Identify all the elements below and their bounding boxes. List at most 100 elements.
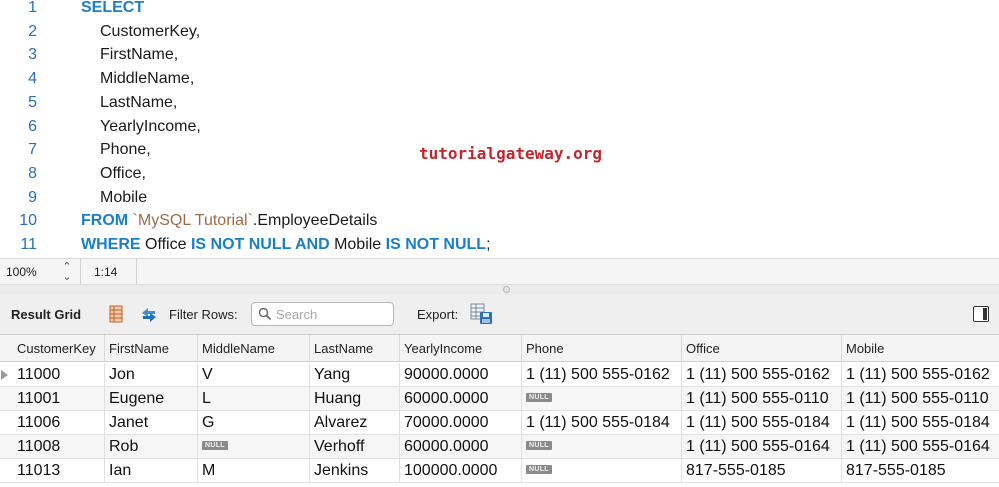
export-icon[interactable] (470, 303, 494, 325)
splitter-handle[interactable] (503, 286, 510, 293)
sql-keyword: FROM (81, 212, 133, 230)
table-cell[interactable]: 60000.0000 (400, 435, 522, 458)
code-line[interactable]: 11 WHERE Office IS NOT NULL AND Mobile IS… (0, 235, 999, 259)
table-cell[interactable]: 1 (11) 500 555-0184 (522, 411, 682, 434)
table-cell[interactable]: Verhoff (310, 435, 400, 458)
table-cell[interactable]: V (198, 363, 310, 386)
code-line[interactable]: 6 YearlyIncome, (0, 117, 999, 141)
search-box[interactable] (251, 302, 394, 326)
column-header[interactable]: CustomerKey (13, 335, 105, 362)
code-line[interactable]: 1 SELECT (0, 0, 999, 22)
table-cell[interactable]: 817-555-0185 (842, 459, 999, 482)
line-number: 8 (28, 164, 37, 182)
table-cell[interactable]: 11013 (13, 459, 105, 482)
code-line[interactable]: 5 LastName, (0, 93, 999, 117)
result-toolbar: Result Grid Filter Rows: Export: (0, 295, 999, 335)
table-cell[interactable]: 11006 (13, 411, 105, 434)
line-number: 2 (28, 22, 37, 40)
code-line[interactable]: 10 FROM `MySQL Tutorial`.EmployeeDetails (0, 211, 999, 235)
null-badge: NULL (526, 441, 552, 451)
sql-editor[interactable]: 1 SELECT 2 CustomerKey, 3 FirstName, 4 MiddleNa… (0, 0, 999, 258)
table-cell[interactable]: Jon (105, 363, 198, 386)
table-cell[interactable]: M (198, 459, 310, 482)
table-row[interactable]: 11000 Jon V Yang 90000.0000 1 (11) 500 555-01… (0, 363, 999, 387)
code-text: YearlyIncome, (81, 117, 201, 137)
table-cell[interactable]: 1 (11) 500 555-0110 (682, 387, 842, 410)
column-header[interactable]: MiddleName (198, 335, 310, 362)
table-cell[interactable]: Eugene (105, 387, 198, 410)
table-cell[interactable]: 1 (11) 500 555-0184 (682, 411, 842, 434)
table-cell[interactable]: G (198, 411, 310, 434)
result-grid[interactable]: CustomerKey FirstName MiddleName LastName Ye… (0, 335, 999, 487)
grid-view-icon[interactable] (108, 305, 124, 323)
column-header[interactable]: YearlyIncome (400, 335, 522, 362)
null-badge: NULL (202, 441, 228, 451)
line-number: 10 (19, 212, 37, 230)
table-cell[interactable]: 70000.0000 (400, 411, 522, 434)
code-line[interactable]: 9 Mobile (0, 188, 999, 212)
table-cell[interactable]: NULL (522, 387, 682, 410)
table-cell[interactable]: 11008 (13, 435, 105, 458)
table-cell[interactable]: NULL (522, 435, 682, 458)
table-cell[interactable]: 1 (11) 500 555-0164 (842, 435, 999, 458)
zoom-stepper-icon[interactable]: ⌃ ⌄ (62, 262, 72, 283)
table-cell[interactable]: 1 (11) 500 555-0110 (842, 387, 999, 410)
table-cell[interactable]: 1 (11) 500 555-0162 (522, 363, 682, 386)
table-cell[interactable]: 100000.0000 (400, 459, 522, 482)
table-cell[interactable]: 1 (11) 500 555-0164 (682, 435, 842, 458)
refresh-icon[interactable] (139, 305, 159, 323)
sql-token: Office, (100, 164, 146, 182)
table-cell[interactable]: 1 (11) 500 555-0184 (842, 411, 999, 434)
code-line[interactable]: 8 Office, (0, 164, 999, 188)
sql-token: .EmployeeDetails (252, 212, 378, 230)
table-cell[interactable]: NULL (522, 459, 682, 482)
table-cell[interactable]: 11000 (13, 363, 105, 386)
search-icon (258, 307, 272, 321)
line-number: 4 (28, 70, 37, 88)
table-cell[interactable]: NULL (198, 435, 310, 458)
code-line[interactable]: 3 FirstName, (0, 45, 999, 69)
column-header[interactable]: Office (682, 335, 842, 362)
table-cell[interactable]: 1 (11) 500 555-0162 (682, 363, 842, 386)
table-cell[interactable]: Ian (105, 459, 198, 482)
pane-splitter[interactable] (0, 285, 999, 295)
code-text: FROM `MySQL Tutorial`.EmployeeDetails (81, 211, 377, 231)
sql-token: CustomerKey, (100, 22, 201, 40)
sql-keyword: WHERE (81, 236, 145, 253)
column-header[interactable]: LastName (310, 335, 400, 362)
table-cell[interactable]: Yang (310, 363, 400, 386)
column-header[interactable]: Phone (522, 335, 682, 362)
table-cell[interactable]: Alvarez (310, 411, 400, 434)
table-cell[interactable]: 1 (11) 500 555-0162 (842, 363, 999, 386)
table-cell[interactable]: L (198, 387, 310, 410)
code-text: SELECT (81, 0, 144, 18)
table-cell[interactable]: 60000.0000 (400, 387, 522, 410)
table-cell[interactable]: Rob (105, 435, 198, 458)
zoom-control[interactable]: 100% ⌃ ⌄ (0, 259, 81, 285)
table-cell[interactable]: Huang (310, 387, 400, 410)
sql-token: FirstName, (100, 46, 179, 64)
table-row[interactable]: 11008 Rob NULL Verhoff 60000.0000 NULL 1 (11) … (0, 435, 999, 459)
line-number: 9 (28, 188, 37, 206)
column-header[interactable]: FirstName (105, 335, 198, 362)
side-panel-toggle-icon[interactable] (973, 306, 989, 322)
table-row[interactable]: 11006 Janet G Alvarez 70000.0000 1 (11) 500 5… (0, 411, 999, 435)
table-row[interactable]: 11001 Eugene L Huang 60000.0000 NULL 1 (11) 50… (0, 387, 999, 411)
table-cell[interactable]: 11001 (13, 387, 105, 410)
sql-token: YearlyIncome, (100, 117, 201, 135)
code-text: CustomerKey, (81, 22, 200, 42)
table-cell[interactable]: 90000.0000 (400, 363, 522, 386)
table-cell[interactable]: 817-555-0185 (682, 459, 842, 482)
column-header[interactable]: Mobile (842, 335, 999, 362)
table-cell[interactable]: Jenkins (310, 459, 400, 482)
search-input[interactable] (276, 306, 388, 323)
editor-status-bar: 100% ⌃ ⌄ 1:14 (0, 258, 999, 285)
result-grid-label: Result Grid (11, 307, 82, 322)
current-row-indicator-icon (1, 370, 8, 380)
sql-keyword: IS NOT NULL AND (190, 236, 335, 253)
sql-token: Mobile (100, 188, 148, 206)
table-cell[interactable]: Janet (105, 411, 198, 434)
code-line[interactable]: 2 CustomerKey, (0, 22, 999, 46)
table-row[interactable]: 11013 Ian M Jenkins 100000.0000 NULL 817-555-0… (0, 459, 999, 483)
code-line[interactable]: 4 MiddleName, (0, 69, 999, 93)
